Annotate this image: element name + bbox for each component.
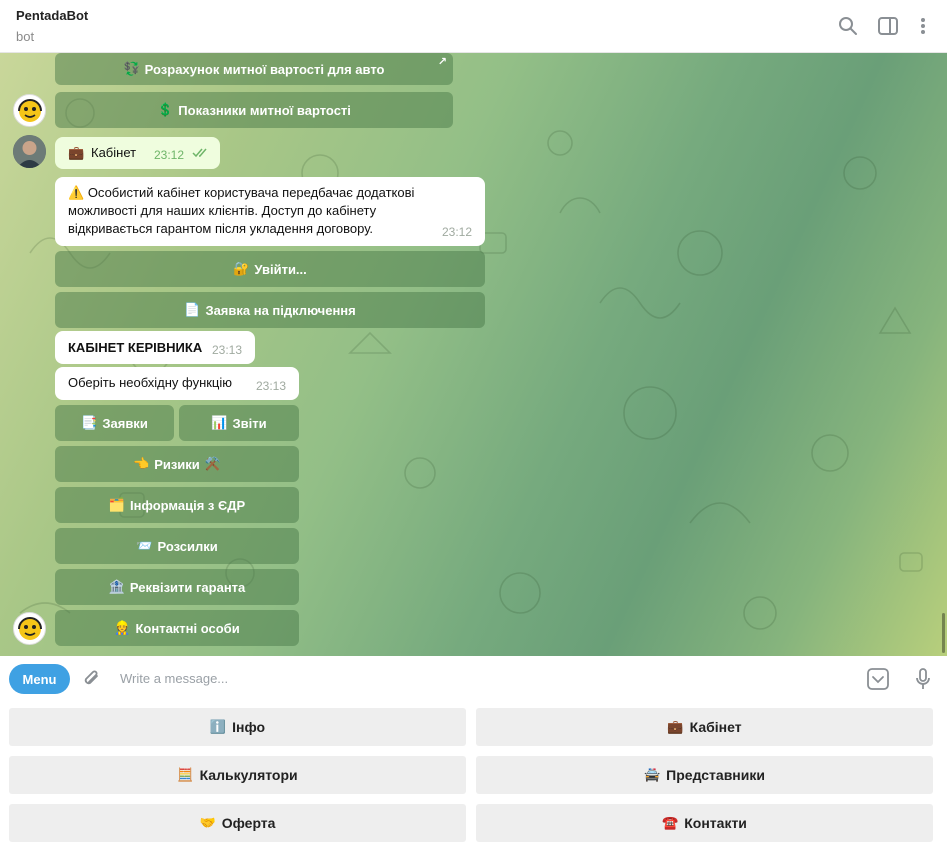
info-icon: ℹ️ — [209, 719, 227, 734]
message-text: КАБІНЕТ КЕРІВНИКА — [68, 340, 203, 355]
document-icon: 📄 — [184, 302, 201, 317]
connection-request-button[interactable]: 📄 Заявка на підключення — [55, 292, 485, 328]
chat-history[interactable]: 💱 Розрахунок митної вартості для авто ↗ … — [0, 53, 947, 656]
bookmark-tabs-icon: 📑 — [81, 415, 98, 430]
message-composer: Menu Write a message... — [0, 656, 947, 702]
reports-label: Звіти — [232, 415, 267, 431]
message-line: можливості для наших клієнтів. Доступ до… — [68, 203, 377, 218]
handshake-icon: 🤝 — [199, 815, 216, 830]
police-car-icon: 🚔 — [643, 767, 661, 782]
edr-info-label: Інформація з ЄДР — [130, 497, 246, 513]
cabinet-label: Кабінет — [689, 719, 742, 735]
contacts-button[interactable]: ☎️ Контакти — [476, 804, 933, 842]
lock-key-icon: 🔐 — [233, 261, 250, 276]
menu-button[interactable]: Menu — [9, 664, 70, 694]
cabinet-button[interactable]: 💼 Кабінет — [476, 708, 933, 746]
abacus-icon: 🧮 — [177, 767, 194, 782]
message-time: 23:12 — [441, 225, 472, 239]
message-text: Кабінет — [91, 145, 137, 160]
customs-indicators-button[interactable]: 💲 Показники митної вартості — [55, 92, 453, 128]
applications-label: Заявки — [102, 415, 148, 431]
open-link-arrow-icon: ↗ — [437, 56, 447, 68]
more-vertical-icon[interactable] — [911, 14, 935, 38]
risks-button[interactable]: 👈 Ризики ⚒️ — [55, 446, 299, 482]
user-avatar[interactable] — [13, 135, 46, 168]
reports-button[interactable]: 📊 Звіти — [179, 405, 299, 441]
applications-button[interactable]: 📑 Заявки — [55, 405, 174, 441]
read-checks-icon — [192, 145, 210, 163]
briefcase-icon: 💼 — [667, 719, 684, 734]
message-time: 23:12 — [153, 148, 184, 162]
briefcase-icon: 💼 — [68, 145, 85, 160]
calculators-button[interactable]: 🧮 Калькулятори — [9, 756, 466, 794]
edr-info-button[interactable]: 🗂️ Інформація з ЄДР — [55, 487, 299, 523]
pointing-hand-icon: 👈 — [133, 456, 150, 471]
message-input[interactable]: Write a message... — [120, 671, 228, 686]
message-line: Особистий кабінет користувача передбачає… — [87, 185, 415, 200]
contact-persons-button[interactable]: 👷 Контактні особи — [55, 610, 299, 646]
chat-scrollbar[interactable] — [942, 613, 945, 653]
risks-label: Ризики — [154, 456, 200, 472]
envelope-icon: 📨 — [136, 538, 153, 553]
chat-status: bot — [16, 29, 35, 44]
mailings-label: Розсилки — [157, 538, 218, 554]
offer-label: Оферта — [221, 815, 276, 831]
card-index-icon: 🗂️ — [108, 497, 126, 512]
dollar-icon: 💲 — [157, 102, 174, 117]
attach-icon[interactable] — [80, 667, 104, 691]
bar-chart-icon: 📊 — [211, 415, 228, 430]
customs-indicators-label: Показники митної вартості — [178, 102, 351, 118]
guarantor-requisites-button[interactable]: 🏦 Реквізити гаранта — [55, 569, 299, 605]
message-text: Оберіть необхідну функцію — [68, 375, 233, 390]
telephone-icon: ☎️ — [662, 815, 679, 830]
message-line: відкривається гарантом після укладення д… — [68, 221, 373, 236]
microphone-icon[interactable] — [911, 667, 935, 691]
reply-keyboard: ℹ️ Інфо 💼 Кабінет 🧮 Калькулятори 🚔 Предс… — [0, 702, 947, 848]
hammer-pick-icon: ⚒️ — [204, 456, 221, 471]
chat-title[interactable]: PentadaBot — [16, 8, 88, 23]
calculators-label: Калькулятори — [199, 767, 298, 783]
bank-icon: 🏦 — [108, 579, 125, 594]
representatives-button[interactable]: 🚔 Представники — [476, 756, 933, 794]
login-label: Увійти... — [254, 261, 307, 277]
exchange-icon: 💱 — [123, 61, 140, 76]
chat-header: PentadaBot bot — [0, 0, 947, 53]
message-time: 23:13 — [211, 343, 242, 357]
incoming-message[interactable]: ⚠️ Особистий кабінет користувача передба… — [55, 177, 485, 246]
worker-icon: 👷 — [114, 620, 131, 635]
sidebar-toggle-icon[interactable] — [876, 14, 900, 38]
offer-button[interactable]: 🤝 Оферта — [9, 804, 466, 842]
customs-calc-label: Розрахунок митної вартості для авто — [144, 61, 385, 77]
search-icon[interactable] — [836, 14, 860, 38]
customs-calc-button[interactable]: 💱 Розрахунок митної вартості для авто ↗ — [55, 53, 453, 85]
login-button[interactable]: 🔐 Увійти... — [55, 251, 485, 287]
incoming-message[interactable]: КАБІНЕТ КЕРІВНИКА 23:13 — [55, 331, 255, 364]
bot-avatar[interactable] — [13, 612, 46, 645]
bot-avatar[interactable] — [13, 94, 46, 127]
connection-request-label: Заявка на підключення — [205, 302, 356, 318]
info-label: Інфо — [232, 719, 266, 735]
info-button[interactable]: ℹ️ Інфо — [9, 708, 466, 746]
contact-persons-label: Контактні особи — [135, 620, 240, 636]
incoming-message[interactable]: Оберіть необхідну функцію 23:13 — [55, 367, 299, 400]
bot-commands-icon[interactable] — [866, 667, 890, 691]
representatives-label: Представники — [666, 767, 765, 783]
mailings-button[interactable]: 📨 Розсилки — [55, 528, 299, 564]
message-time: 23:13 — [255, 379, 286, 393]
guarantor-requisites-label: Реквізити гаранта — [129, 579, 246, 595]
warning-icon: ⚠️ — [68, 185, 85, 200]
contacts-label: Контакти — [684, 815, 747, 831]
outgoing-message[interactable]: 💼 Кабінет 23:12 — [55, 137, 220, 169]
